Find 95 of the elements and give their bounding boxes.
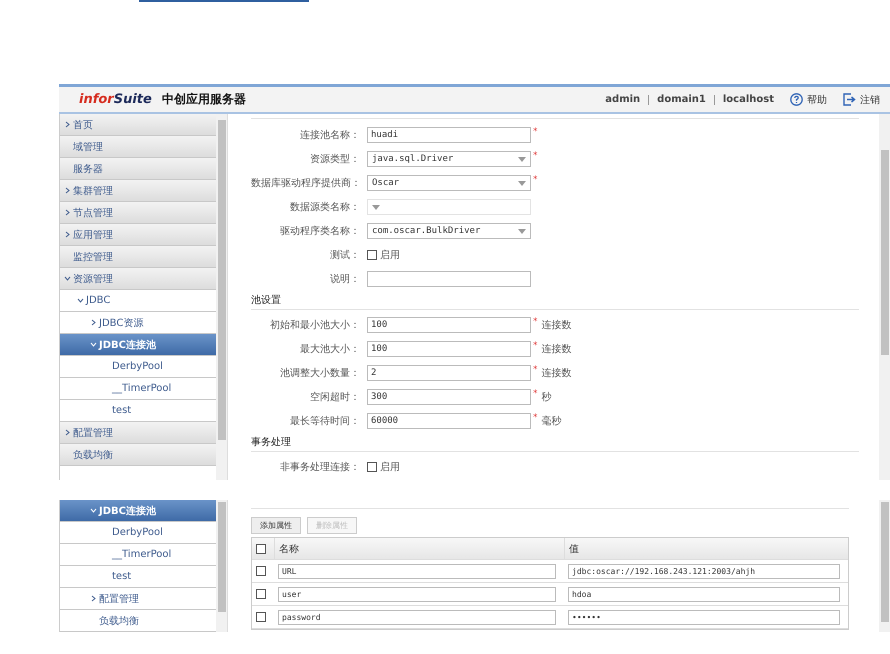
checkbox[interactable] [256, 566, 266, 576]
field-label: 测试： [329, 248, 360, 262]
nav-item[interactable]: 首页 [60, 114, 216, 136]
nav-item[interactable]: 应用管理 [60, 224, 216, 246]
nav-item[interactable]: 节点管理 [60, 202, 216, 224]
domain-name: domain1 [657, 94, 706, 105]
nav-item[interactable]: 监控管理 [60, 246, 216, 268]
input-field[interactable]: hdoa [568, 586, 840, 602]
input-field[interactable]: 100 [367, 317, 531, 333]
chevron-right-icon [64, 231, 71, 238]
scrollbar[interactable] [216, 114, 227, 480]
chevron-right-icon [90, 319, 97, 326]
input-field[interactable]: 60000 [367, 413, 531, 429]
section-title: 池设置 [251, 294, 282, 307]
chevron-down-icon [64, 275, 71, 282]
field-label: 驱动程序类名称： [279, 224, 360, 238]
help-icon [790, 93, 803, 106]
host-name: localhost [722, 94, 774, 105]
checkbox[interactable] [367, 250, 377, 260]
caret-icon [518, 156, 526, 162]
unit-label: 毫秒 [542, 414, 562, 428]
checkbox[interactable] [256, 612, 266, 622]
nav-item[interactable]: JDBC连接池 [60, 334, 216, 356]
scrollbar[interactable] [216, 500, 227, 632]
section-title: 事务处理 [251, 436, 292, 449]
caret-icon [372, 204, 380, 210]
unit-label: 连接数 [542, 366, 572, 380]
required-mark: * [533, 127, 538, 137]
nav-item[interactable]: 集群管理 [60, 180, 216, 202]
required-mark: * [533, 151, 538, 161]
chevron-right-icon [64, 121, 71, 128]
input-field[interactable]: •••••• [568, 610, 840, 624]
required-mark: * [533, 341, 538, 351]
nav-item[interactable]: JDBC连接池 [60, 500, 216, 522]
field-label: 初始和最小池大小： [269, 318, 360, 332]
select-field[interactable]: com.oscar.BulkDriver [367, 223, 531, 239]
column-header: 值 [564, 538, 848, 559]
nav-item[interactable]: 服务器 [60, 158, 216, 180]
logout-link[interactable]: 注销 [843, 92, 880, 106]
logo: inforSuite [79, 92, 152, 107]
chevron-down-icon [90, 341, 97, 348]
chevron-down-icon [77, 297, 84, 304]
nav-item[interactable]: 域管理 [60, 136, 216, 158]
field-label: 池调整大小数量： [279, 366, 360, 380]
scrollbar[interactable] [879, 500, 890, 632]
field-label: 资源类型： [309, 152, 360, 166]
nav-item[interactable]: 资源管理 [60, 268, 216, 290]
input-field[interactable]: URL [278, 564, 556, 578]
required-mark: * [533, 365, 538, 375]
required-mark: * [533, 317, 538, 327]
toolbar-button[interactable]: 添加属性 [251, 517, 301, 534]
scrollbar[interactable] [879, 114, 890, 480]
required-mark: * [533, 389, 538, 399]
input-field[interactable]: huadi [367, 127, 531, 143]
nav-item[interactable]: 配置管理 [60, 422, 216, 444]
checkbox-label: 启用 [380, 460, 400, 474]
help-link[interactable]: 帮助 [790, 92, 827, 106]
input-field[interactable]: 300 [367, 389, 531, 405]
checkbox-label: 启用 [380, 248, 400, 262]
input-field[interactable]: 2 [367, 365, 531, 381]
select-field[interactable]: Oscar [367, 175, 531, 191]
required-mark: * [533, 175, 538, 185]
chevron-right-icon [90, 595, 97, 602]
product-name: 中创应用服务器 [162, 91, 246, 108]
input-field[interactable]: password [278, 610, 556, 624]
field-label: 最长等待时间： [289, 414, 360, 428]
chevron-down-icon [90, 507, 97, 514]
chevron-right-icon [64, 429, 71, 436]
select-field[interactable]: java.sql.Driver [367, 151, 531, 167]
user-name: admin [605, 94, 640, 105]
required-mark: * [533, 413, 538, 423]
field-label: 数据源类名称： [289, 200, 360, 214]
checkbox[interactable] [367, 462, 377, 472]
unit-label: 连接数 [542, 342, 572, 356]
input-field[interactable] [367, 271, 531, 287]
input-field[interactable]: user [278, 586, 556, 602]
unit-label: 连接数 [542, 318, 572, 332]
chevron-right-icon [64, 187, 71, 194]
field-label: 非事务处理连接： [279, 460, 360, 474]
logout-icon [843, 93, 856, 106]
input-field[interactable]: 100 [367, 341, 531, 357]
field-label: 最大池大小： [299, 342, 360, 356]
caret-icon [518, 228, 526, 234]
field-label: 连接池名称： [299, 128, 360, 142]
field-label: 数据库驱动程序提供商： [251, 176, 360, 190]
field-label: 说明： [329, 273, 360, 286]
caret-icon [518, 180, 526, 186]
unit-label: 秒 [542, 390, 552, 404]
column-header: 名称 [274, 538, 564, 559]
checkbox[interactable] [256, 589, 266, 599]
checkbox[interactable] [256, 544, 266, 554]
input-field[interactable]: jdbc:oscar://192.168.243.121:2003/ahjh [568, 564, 840, 578]
chevron-right-icon [64, 209, 71, 216]
field-label: 空闲超时： [309, 390, 360, 404]
nav-item[interactable]: 负载均衡 [60, 444, 216, 466]
